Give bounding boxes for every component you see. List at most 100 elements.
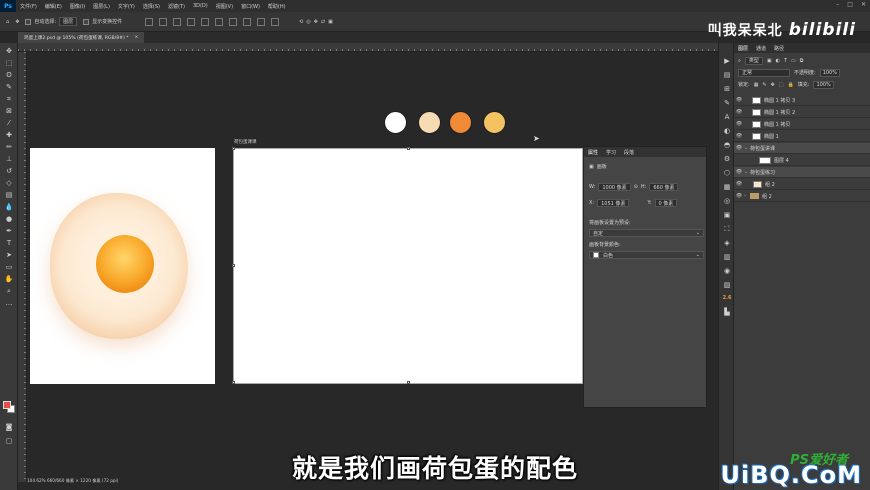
artboard-handle[interactable]	[232, 147, 235, 150]
3d-scale-icon[interactable]: ▣	[328, 19, 333, 25]
path-select-tool-icon[interactable]: ➤	[4, 251, 14, 260]
menu-type[interactable]: 文字(Y)	[114, 3, 139, 10]
swatches-icon[interactable]: ⊞	[722, 85, 732, 94]
lock-all-icon[interactable]: 🔒	[788, 82, 794, 88]
libraries-icon[interactable]: ▣	[722, 211, 732, 220]
layer-filter-dropdown[interactable]: 类型	[744, 56, 763, 65]
quick-mask-icon[interactable]: ◙	[4, 423, 14, 432]
width-field[interactable]: 1000 像素	[598, 183, 631, 191]
layer-row[interactable]: 👁 椭圆 1 拷贝 2	[734, 107, 870, 118]
quick-select-tool-icon[interactable]: ✎	[4, 83, 14, 92]
artboard-group-row[interactable]: 👁 ⌄ 荷包蛋练习	[734, 167, 870, 178]
lock-transparent-icon[interactable]: ▦	[754, 82, 759, 88]
visibility-eye-icon[interactable]: 👁	[734, 133, 744, 139]
move-tool-icon[interactable]: ✥	[15, 19, 19, 25]
tab-channels[interactable]: 通道	[756, 45, 766, 52]
history-brush-tool-icon[interactable]: ↺	[4, 167, 14, 176]
menu-image[interactable]: 图像(I)	[66, 3, 89, 10]
visibility-eye-icon[interactable]: 👁	[734, 181, 744, 187]
layer-row[interactable]: 👁 › 组 2	[734, 191, 870, 202]
palette-color-yellow[interactable]	[483, 111, 506, 134]
layer-row[interactable]: 图层 4	[734, 155, 870, 166]
styles-icon[interactable]: ⚙	[722, 155, 732, 164]
filter-adjust-icon[interactable]: ◐	[776, 58, 780, 64]
filter-smart-icon[interactable]: ⧉	[800, 58, 804, 64]
3d-drag-icon[interactable]: ✥	[314, 19, 318, 25]
close-icon[interactable]: ✕	[861, 1, 866, 8]
type-tool-icon[interactable]: T	[4, 239, 14, 248]
info-icon[interactable]: ▨	[722, 281, 732, 290]
artboard-handle[interactable]	[407, 381, 410, 384]
eraser-tool-icon[interactable]: ◇	[4, 179, 14, 188]
vertical-ruler[interactable]	[18, 52, 27, 482]
shape-tool-icon[interactable]: ▭	[4, 263, 14, 272]
lock-artboard-icon[interactable]: ⬚	[779, 82, 784, 88]
fill-field[interactable]: 100%	[813, 80, 834, 89]
visibility-eye-icon[interactable]: 👁	[734, 97, 744, 103]
palette-color-cream[interactable]	[418, 111, 441, 134]
auto-select-dropdown[interactable]: 图层	[59, 17, 78, 26]
tab-paths[interactable]: 路径	[774, 45, 784, 52]
healing-brush-tool-icon[interactable]: ✚	[4, 131, 14, 140]
visibility-eye-icon[interactable]: 👁	[734, 193, 744, 199]
dodge-tool-icon[interactable]: ●	[4, 215, 14, 224]
artboard-name-label[interactable]: 荷包蛋课课	[234, 139, 257, 145]
palette-color-orange[interactable]	[449, 111, 472, 134]
egg-reference-artboard[interactable]	[30, 148, 215, 384]
character-icon[interactable]: A	[722, 113, 732, 122]
layer-row[interactable]: 👁 椭圆 1 拷贝	[734, 119, 870, 130]
show-transform-option[interactable]: 显示变换控件	[83, 18, 122, 25]
move-tool-icon[interactable]: ✥	[4, 47, 14, 56]
menu-select[interactable]: 选择(S)	[139, 3, 164, 10]
filter-pixel-icon[interactable]: ▣	[767, 58, 772, 64]
menu-window[interactable]: 窗口(W)	[237, 3, 264, 10]
menu-file[interactable]: 文件(F)	[16, 3, 41, 10]
frame-tool-icon[interactable]: ⊠	[4, 107, 14, 116]
menu-help[interactable]: 帮助(H)	[264, 3, 290, 10]
screen-mode-icon[interactable]: ▢	[4, 437, 14, 446]
marquee-tool-icon[interactable]: ⬚	[4, 59, 14, 68]
preset-dropdown[interactable]: 自定 ⌄	[589, 229, 704, 237]
navigator-icon[interactable]: ⛶	[722, 225, 732, 234]
artboard-handle[interactable]	[232, 381, 235, 384]
actions-icon[interactable]: ◈	[722, 239, 732, 248]
lock-image-icon[interactable]: ✎	[762, 82, 766, 88]
align-middle-icon[interactable]	[201, 17, 210, 26]
menu-layer[interactable]: 图层(L)	[89, 3, 114, 10]
layer-row[interactable]: 👁 椭圆 1	[734, 131, 870, 142]
color-icon[interactable]: ◐	[722, 127, 732, 136]
palette-color-white[interactable]	[384, 111, 407, 134]
background-color-dropdown[interactable]: 白色 ⌄	[589, 251, 704, 259]
minimize-icon[interactable]: –	[836, 1, 839, 8]
tab-paragraph[interactable]: 段落	[624, 149, 634, 156]
eyedropper-tool-icon[interactable]: ⁄	[4, 119, 14, 128]
artboard-handle[interactable]	[407, 147, 410, 150]
menu-3d[interactable]: 3D(D)	[189, 3, 212, 9]
visibility-eye-icon[interactable]: 👁	[734, 121, 744, 127]
height-field[interactable]: 660 像素	[649, 183, 679, 191]
zoom-tool-icon[interactable]: ⌕	[4, 287, 14, 296]
filter-shape-icon[interactable]: ▭	[791, 58, 796, 64]
lock-position-icon[interactable]: ✥	[771, 82, 775, 88]
play-icon[interactable]: ▶	[722, 57, 732, 66]
artboard-group-row[interactable]: 👁 ⌄ 荷包蛋讲课	[734, 143, 870, 154]
maximize-icon[interactable]: □	[847, 1, 853, 8]
document-tab[interactable]: 鸡蛋上课2.psd @ 105% (荷包蛋练课, RGB/8#) * ×	[18, 32, 145, 43]
tab-layers[interactable]: 图层	[738, 45, 748, 52]
lasso-tool-icon[interactable]: ʘ	[4, 71, 14, 80]
auto-select-option[interactable]: 自动选择: 图层	[25, 17, 78, 26]
3d-slide-icon[interactable]: ⇄	[321, 19, 325, 25]
align-bottom-icon[interactable]	[215, 17, 224, 26]
channels-icon[interactable]: ◎	[722, 197, 732, 206]
layer-row[interactable]: 👁 组 2	[734, 179, 870, 190]
opacity-field[interactable]: 100%	[819, 68, 840, 77]
brush-settings-icon[interactable]: ✎	[722, 99, 732, 108]
glyphs-icon[interactable]: ◉	[722, 267, 732, 276]
tab-properties[interactable]: 属性	[588, 149, 598, 156]
show-transform-checkbox[interactable]	[83, 18, 90, 25]
distribute-icon[interactable]	[229, 17, 238, 26]
align-left-icon[interactable]	[145, 17, 154, 26]
working-artboard[interactable]	[233, 148, 583, 384]
blend-mode-dropdown[interactable]: 正常	[738, 68, 790, 77]
y-field[interactable]: 0 像素	[654, 199, 678, 207]
